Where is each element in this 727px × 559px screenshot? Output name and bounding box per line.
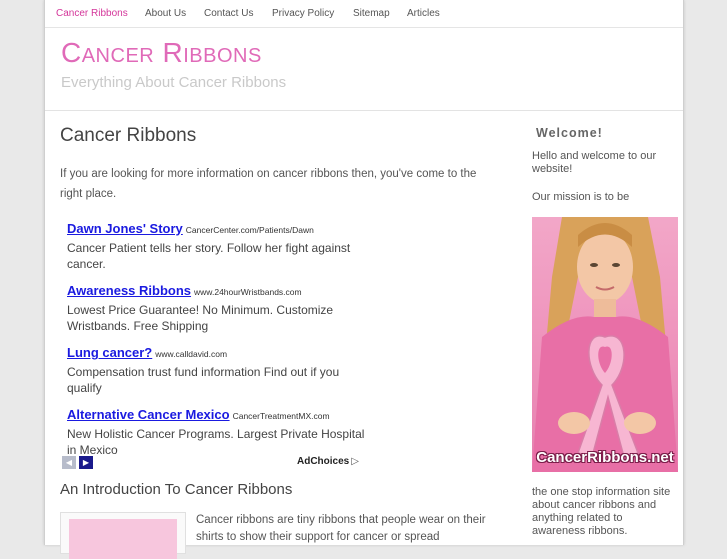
- section-heading: An Introduction To Cancer Ribbons: [60, 481, 293, 498]
- sidebar-banner-image[interactable]: CancerRibbons.net: [532, 217, 678, 472]
- ad-title-link[interactable]: Lung cancer?: [67, 345, 152, 360]
- ad-url[interactable]: www.24hourWristbands.com: [194, 287, 302, 297]
- adchoices-link[interactable]: AdChoices ▷: [297, 456, 359, 467]
- ad-block: Dawn Jones' Story CancerCenter.com/Patien…: [67, 220, 367, 468]
- ad-url[interactable]: www.calldavid.com: [155, 349, 227, 359]
- nav-item-about-us[interactable]: About Us: [145, 8, 186, 19]
- ad-prev-icon[interactable]: ◀: [62, 456, 76, 469]
- site-tagline: Everything About Cancer Ribbons: [61, 74, 287, 91]
- intro-paragraph: If you are looking for more information …: [60, 168, 477, 200]
- ad-item: Alternative Cancer Mexico CancerTreatment…: [67, 406, 367, 458]
- ad-item: Lung cancer? www.calldavid.com Compensati…: [67, 344, 367, 396]
- sidebar-heading: Welcome!: [536, 126, 603, 140]
- site-title[interactable]: Cancer Ribbons: [61, 37, 262, 69]
- ad-url[interactable]: CancerTreatmentMX.com: [233, 411, 330, 421]
- ad-description: Lowest Price Guarantee! No Minimum. Cust…: [67, 303, 334, 333]
- article-paragraph: Cancer ribbons are tiny ribbons that peo…: [196, 514, 486, 543]
- woman-ribbon-illustration: [532, 217, 678, 472]
- nav-item-articles[interactable]: Articles: [407, 8, 440, 19]
- ad-description: Compensation trust fund information Find…: [67, 365, 340, 395]
- ad-next-icon[interactable]: ▶: [79, 456, 93, 469]
- sidebar-mission-text: Our mission is to be: [532, 191, 630, 203]
- ad-pager: ◀ ▶ AdChoices ▷: [62, 456, 362, 470]
- nav-item-cancer-ribbons[interactable]: Cancer Ribbons: [56, 8, 128, 19]
- page-container: Cancer Ribbons About Us Contact Us Priva…: [44, 0, 684, 559]
- banner-caption: CancerRibbons.net: [536, 449, 674, 466]
- thumbnail-image: [69, 519, 177, 559]
- sidebar-info-text: the one stop information site about canc…: [532, 486, 671, 537]
- ad-item: Awareness Ribbons www.24hourWristbands.co…: [67, 282, 367, 334]
- ad-description: New Holistic Cancer Programs. Largest Pr…: [67, 427, 365, 457]
- adchoices-icon: ▷: [351, 456, 359, 467]
- nav-item-contact-us[interactable]: Contact Us: [204, 8, 253, 19]
- ad-title-link[interactable]: Alternative Cancer Mexico: [67, 407, 230, 422]
- ad-title-link[interactable]: Dawn Jones' Story: [67, 221, 183, 236]
- article-thumbnail: [60, 512, 186, 559]
- adchoices-label: AdChoices: [297, 456, 350, 467]
- page-title: Cancer Ribbons: [60, 125, 197, 146]
- ad-item: Dawn Jones' Story CancerCenter.com/Patien…: [67, 220, 367, 272]
- nav-item-privacy-policy[interactable]: Privacy Policy: [272, 8, 334, 19]
- header-divider: [45, 110, 683, 111]
- top-nav: Cancer Ribbons About Us Contact Us Priva…: [45, 0, 683, 28]
- ad-title-link[interactable]: Awareness Ribbons: [67, 283, 191, 298]
- ad-url[interactable]: CancerCenter.com/Patients/Dawn: [186, 225, 314, 235]
- nav-item-sitemap[interactable]: Sitemap: [353, 8, 390, 19]
- ad-description: Cancer Patient tells her story. Follow h…: [67, 241, 351, 271]
- sidebar-welcome-text: Hello and welcome to our website!: [532, 150, 657, 175]
